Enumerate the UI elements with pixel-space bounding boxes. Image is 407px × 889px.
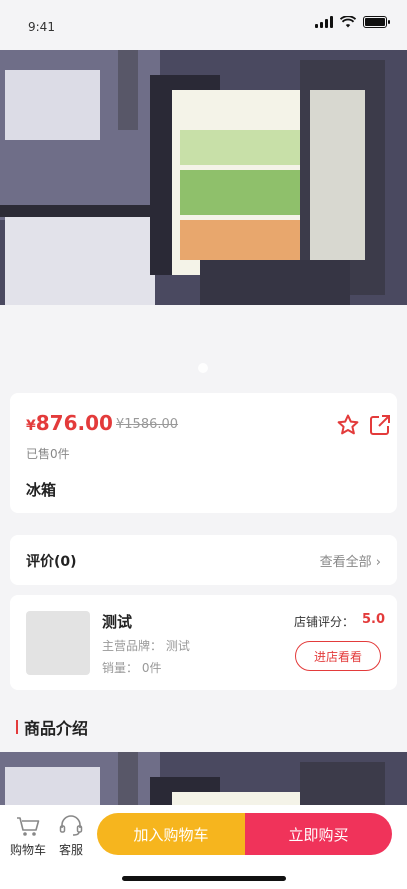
carousel-dot[interactable] <box>198 363 208 373</box>
price: ¥876.00 <box>26 411 113 435</box>
carousel-area <box>0 305 407 385</box>
section-title: 商品介绍 <box>24 719 89 738</box>
headset-icon <box>59 815 83 836</box>
shop-score: 5.0 <box>362 612 386 627</box>
chevron-right-icon: › <box>375 555 381 570</box>
visit-shop-button[interactable]: 进店看看 <box>295 641 381 671</box>
product-image <box>0 50 407 305</box>
price-value: 876.00 <box>35 411 113 435</box>
cart-label: 购物车 <box>9 843 46 857</box>
star-icon <box>337 414 359 435</box>
shop-brand: 主营品牌： 测试 <box>102 639 190 653</box>
cart-icon <box>17 817 40 836</box>
status-time: 9:41 <box>28 20 55 34</box>
battery-icon <box>363 16 390 28</box>
intro-image <box>0 752 407 812</box>
reviews-row[interactable]: 评价(0) 查看全部 › <box>10 535 397 585</box>
status-icons <box>315 16 390 28</box>
share-button[interactable] <box>368 413 392 437</box>
service-label: 客服 <box>58 843 83 857</box>
share-icon <box>370 415 390 435</box>
shop-avatar <box>26 611 90 675</box>
reviews-title: 评价(0) <box>26 554 77 570</box>
cart-tab[interactable]: 购物车 <box>8 815 48 858</box>
shop-sales: 销量： 0件 <box>102 661 162 675</box>
fridge-photo <box>0 50 407 305</box>
service-tab[interactable]: 客服 <box>51 815 91 858</box>
fridge-photo-detail <box>0 752 407 812</box>
buy-now-button[interactable]: 立即购买 <box>245 813 392 855</box>
shop-card: 测试 主营品牌： 测试 销量： 0件 店铺评分： 5.0 进店看看 <box>10 595 397 690</box>
section-accent-bar <box>16 720 18 734</box>
sold-count: 已售0件 <box>26 447 70 461</box>
signal-icon <box>315 16 333 28</box>
price-card: ¥876.00 ¥1586.00 已售0件 冰箱 <box>10 393 397 513</box>
view-all-label: 查看全部 <box>319 555 372 570</box>
shop-score-label: 店铺评分： <box>294 615 355 629</box>
original-price: ¥1586.00 <box>116 417 179 432</box>
home-indicator <box>122 876 286 881</box>
favorite-button[interactable] <box>336 413 360 437</box>
product-title: 冰箱 <box>26 481 57 499</box>
currency-symbol: ¥ <box>26 418 36 434</box>
wifi-icon <box>340 16 356 28</box>
status-bar: 9:41 <box>0 0 407 50</box>
view-all-reviews[interactable]: 查看全部 › <box>320 551 381 570</box>
section-header: 商品介绍 <box>16 715 88 739</box>
shop-name: 测试 <box>102 613 133 631</box>
add-to-cart-button[interactable]: 加入购物车 <box>97 813 245 855</box>
